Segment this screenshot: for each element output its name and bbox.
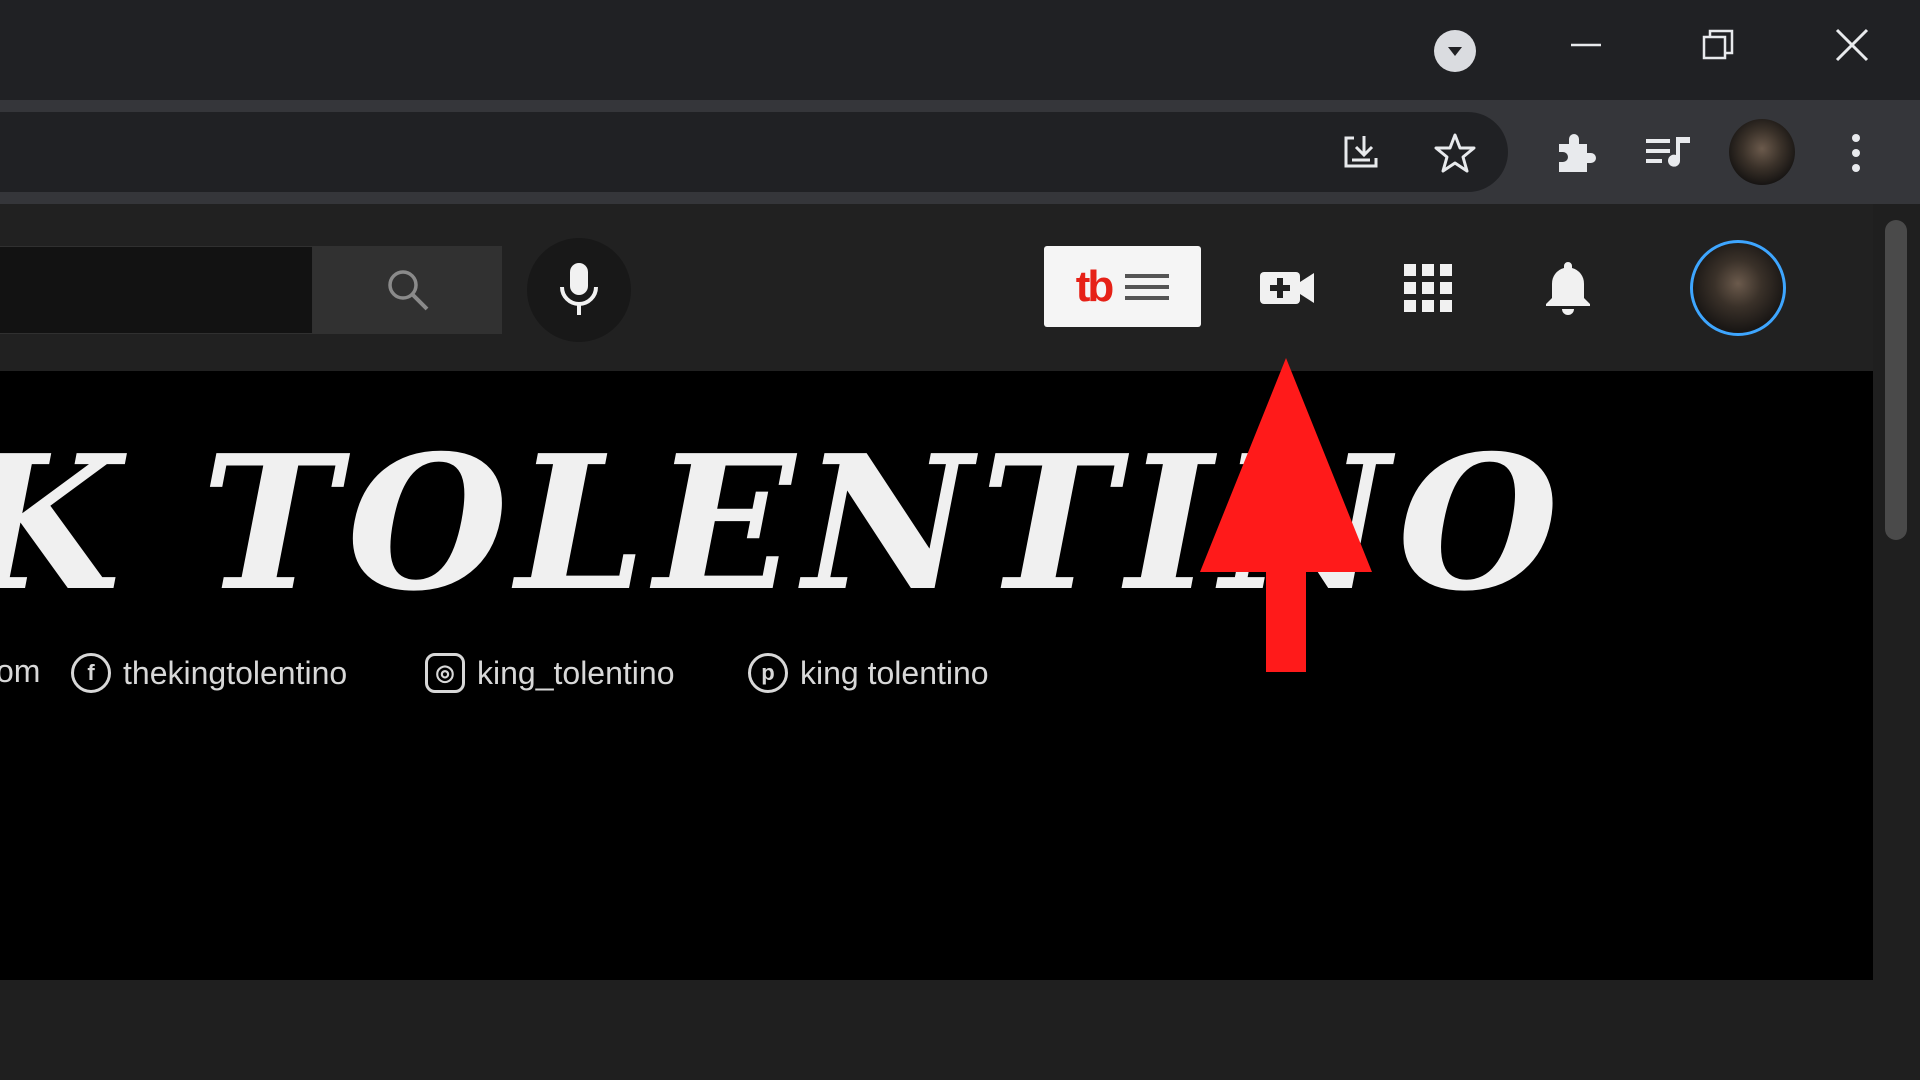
extensions-puzzle-icon [1559,134,1596,172]
media-control-icon [1646,137,1690,167]
restore-icon [1702,29,1734,60]
browser-titlebar [0,0,1920,100]
tubebuddy-logo: tb [1075,261,1114,311]
voice-search-button[interactable] [527,238,631,342]
install-app-icon [1344,136,1378,168]
profile-button[interactable] [1729,119,1795,185]
create-video-button[interactable] [1247,248,1327,328]
tubebuddy-menu-button[interactable]: tb [1044,246,1201,327]
chrome-menu-button[interactable] [1836,128,1876,178]
close-icon [1835,28,1869,62]
facebook-icon: f [71,653,111,693]
youtube-masthead: tb [0,204,1873,371]
search-input[interactable] [0,246,313,334]
apps-grid-icon [1404,264,1452,312]
channel-avatar[interactable] [1690,240,1786,336]
restore-button[interactable] [1683,18,1753,72]
red-arrow-annotation [1200,358,1372,672]
social-pinterest: p king tolentino [748,653,989,693]
instagram-icon: ◎ [425,653,465,693]
social-website: om [0,653,40,690]
bookmark-star-icon [1434,133,1476,173]
close-window-button[interactable] [1817,18,1887,72]
chevron-down-icon [1448,47,1462,56]
minimize-button[interactable] [1551,18,1621,72]
apps-button[interactable] [1388,248,1468,328]
social-facebook-text: thekingtolentino [123,654,348,691]
extensions-button[interactable] [1549,128,1599,178]
more-vert-icon [1852,134,1860,172]
search-icon [387,270,428,311]
social-facebook: f thekingtolentino [71,653,347,693]
profile-avatar [1729,119,1795,185]
minimize-icon [1571,43,1601,47]
social-instagram: ◎ king_tolentino [425,653,674,693]
social-instagram-text: king_tolentino [477,654,675,691]
address-bar[interactable] [0,112,1508,192]
browser-toolbar [0,100,1920,204]
page-content: tb K TOLENTINO om f thekingtolentino ◎ k… [0,204,1873,1080]
social-website-text: om [0,653,41,689]
mic-icon [560,263,598,315]
vertical-scrollbar[interactable] [1873,204,1920,1080]
install-app-button[interactable] [1336,128,1386,178]
media-control-button[interactable] [1643,128,1693,178]
tab-search-button[interactable] [1434,30,1476,72]
scrollbar-thumb[interactable] [1885,220,1907,540]
notifications-bell-icon [1546,262,1590,315]
social-pinterest-text: king tolentino [800,654,989,691]
pinterest-icon: p [748,653,788,693]
create-video-icon [1260,272,1314,304]
hamburger-menu-icon [1125,273,1170,300]
channel-banner: K TOLENTINO om f thekingtolentino ◎ king… [0,371,1873,980]
search-button[interactable] [313,246,502,334]
notifications-button[interactable] [1528,248,1608,328]
bookmark-button[interactable] [1430,128,1480,178]
